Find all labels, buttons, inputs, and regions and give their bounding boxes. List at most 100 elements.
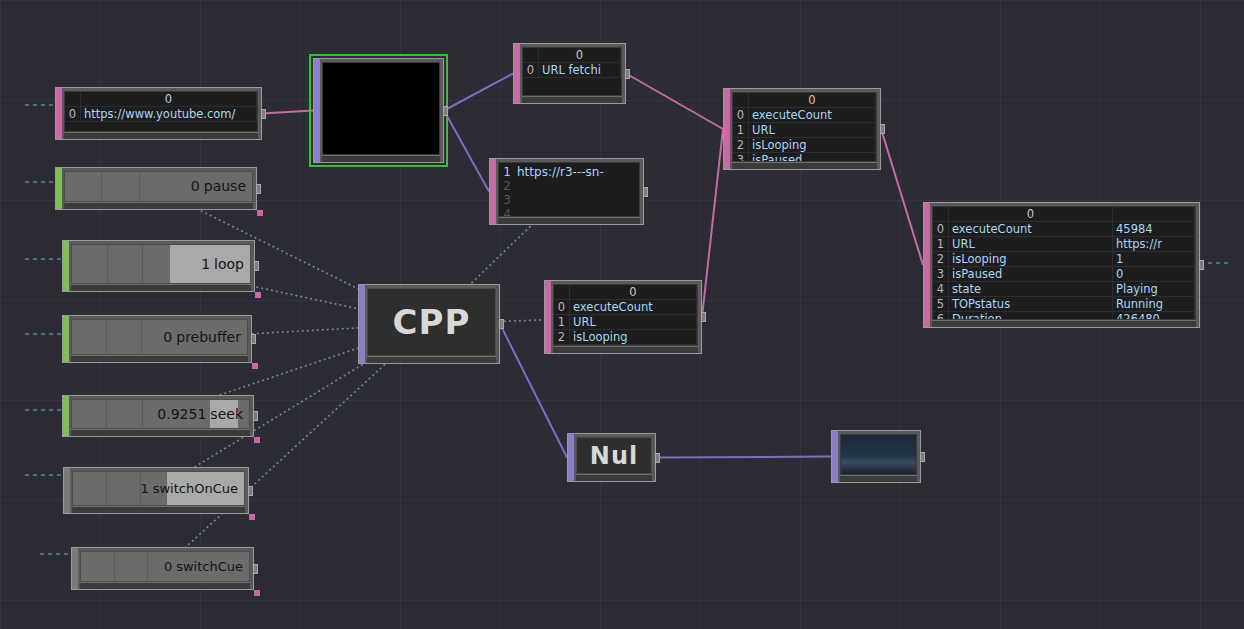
viewer-preview — [322, 62, 440, 155]
output-port[interactable] — [701, 312, 706, 322]
output-port[interactable] — [253, 411, 258, 421]
operator-node[interactable]: Nul — [567, 433, 656, 482]
toggle-widget[interactable]: 0prebuffer — [71, 319, 248, 355]
widget-cell — [81, 552, 115, 581]
table-cell: 0 — [1113, 267, 1195, 282]
output-port[interactable] — [1199, 260, 1204, 270]
output-port[interactable] — [248, 486, 253, 496]
operator-node[interactable]: CPP — [358, 284, 500, 364]
column-header: 0 — [949, 207, 1113, 222]
node-body: 0.9251seek — [69, 396, 253, 436]
video-node[interactable] — [831, 430, 921, 483]
widget-value: 0 — [164, 557, 172, 577]
link-line[interactable] — [702, 129, 723, 317]
output-port[interactable] — [256, 184, 261, 194]
widget-label: prebuffer — [176, 327, 241, 348]
widget-label: pause — [204, 176, 246, 197]
link-line[interactable] — [656, 457, 831, 458]
toggle-node[interactable]: 1loop — [62, 240, 255, 292]
network-canvas[interactable]: 00https://www.youtube.com/00URL fetchi1h… — [0, 0, 1244, 629]
table-cell: executeCount — [749, 108, 876, 123]
toggle-node[interactable]: 1switchOnCue — [63, 467, 249, 514]
family-strip — [314, 59, 320, 162]
viewer-node[interactable] — [313, 58, 444, 163]
family-strip — [72, 548, 78, 589]
family-strip — [64, 468, 70, 513]
link-line[interactable] — [444, 74, 513, 111]
widget-label: loop — [214, 254, 244, 275]
table-cell: isPaused — [949, 267, 1113, 282]
data-table: 00URL fetchi — [523, 48, 621, 78]
node-body: CPP — [365, 285, 499, 363]
node-footer — [553, 346, 698, 353]
link-line[interactable] — [262, 111, 313, 114]
table-cell: URL — [949, 237, 1113, 252]
line-number: 4 — [499, 207, 511, 217]
toggle-widget[interactable]: 0switchCue — [80, 551, 250, 582]
widget-cell — [115, 552, 149, 581]
node-footer — [840, 475, 917, 482]
node-footer — [498, 217, 640, 224]
output-port[interactable] — [443, 106, 448, 116]
link-line[interactable] — [626, 74, 723, 130]
corner-cell — [554, 285, 570, 300]
output-port[interactable] — [643, 187, 648, 197]
toggle-node[interactable]: 0pause — [55, 167, 257, 210]
table-node[interactable]: 00executeCount1URL2isLooping — [544, 280, 702, 354]
operator-label: CPP — [393, 297, 471, 348]
slider-widget[interactable]: 0.9251seek — [71, 399, 250, 429]
table-node[interactable]: 00executeCount1URL2isLooping3isPaused — [723, 88, 881, 170]
table-cell: state — [949, 282, 1113, 297]
export-flag — [252, 363, 258, 369]
widget-cell — [72, 400, 107, 428]
toggle-widget[interactable]: 1switchOnCue — [72, 471, 245, 506]
slider-node[interactable]: 0.9251seek — [62, 395, 254, 437]
table-cell: https://r — [1113, 237, 1195, 252]
output-port[interactable] — [625, 69, 630, 79]
output-port[interactable] — [251, 334, 256, 344]
toggle-node[interactable]: 0switchCue — [71, 547, 254, 590]
widget-value: 0 — [191, 176, 200, 197]
toggle-widget[interactable]: 1loop — [71, 244, 251, 284]
toggle-widget[interactable]: 0pause — [64, 171, 253, 202]
row-index: 2 — [933, 252, 949, 267]
output-port[interactable] — [254, 261, 259, 271]
output-port[interactable] — [880, 124, 885, 134]
output-port[interactable] — [499, 319, 504, 329]
node-body: 00executeCount1URL2isLooping — [551, 281, 701, 353]
export-flag — [254, 437, 260, 443]
row-index: 5 — [933, 297, 949, 312]
table-cell: isLooping — [570, 330, 697, 345]
widget-cell — [107, 472, 141, 505]
table-node[interactable]: 00https://www.youtube.com/ — [55, 87, 262, 140]
node-body — [838, 431, 920, 482]
widget-cell — [107, 320, 142, 354]
line-number: 2 — [499, 179, 511, 193]
export-flag — [254, 590, 260, 596]
operator-face: CPP — [367, 288, 496, 356]
node-footer — [71, 355, 248, 362]
toggle-node[interactable]: 0prebuffer — [62, 315, 252, 363]
output-port[interactable] — [261, 109, 266, 119]
table-cell: 426480 — [1113, 312, 1195, 320]
link-line[interactable] — [881, 129, 923, 265]
widget-readout: 0.9251seek — [157, 400, 243, 428]
table-view: 00executeCount1URL2isLooping — [553, 284, 698, 346]
node-body: 00executeCount459841URLhttps://r2isLoopi… — [930, 203, 1199, 327]
family-strip — [514, 44, 520, 103]
row-index: 2 — [554, 330, 570, 345]
table-cell: https://www.youtube.com/ — [81, 107, 257, 122]
output-port[interactable] — [655, 453, 660, 463]
table-node[interactable]: 00executeCount459841URLhttps://r2isLoopi… — [923, 202, 1200, 328]
line-text: https://r3---sn- — [517, 165, 604, 179]
output-port[interactable] — [253, 564, 258, 574]
widget-value: 0.9251 — [157, 404, 206, 425]
row-index: 6 — [933, 312, 949, 320]
link-line[interactable] — [444, 111, 489, 192]
table-view: 00URL fetchi — [522, 47, 622, 96]
text-node[interactable]: 1https://r3---sn-234 — [489, 158, 644, 225]
node-footer — [576, 474, 652, 481]
table-node[interactable]: 00URL fetchi — [513, 43, 626, 104]
table-cell: 45984 — [1113, 222, 1195, 237]
output-port[interactable] — [920, 452, 925, 462]
